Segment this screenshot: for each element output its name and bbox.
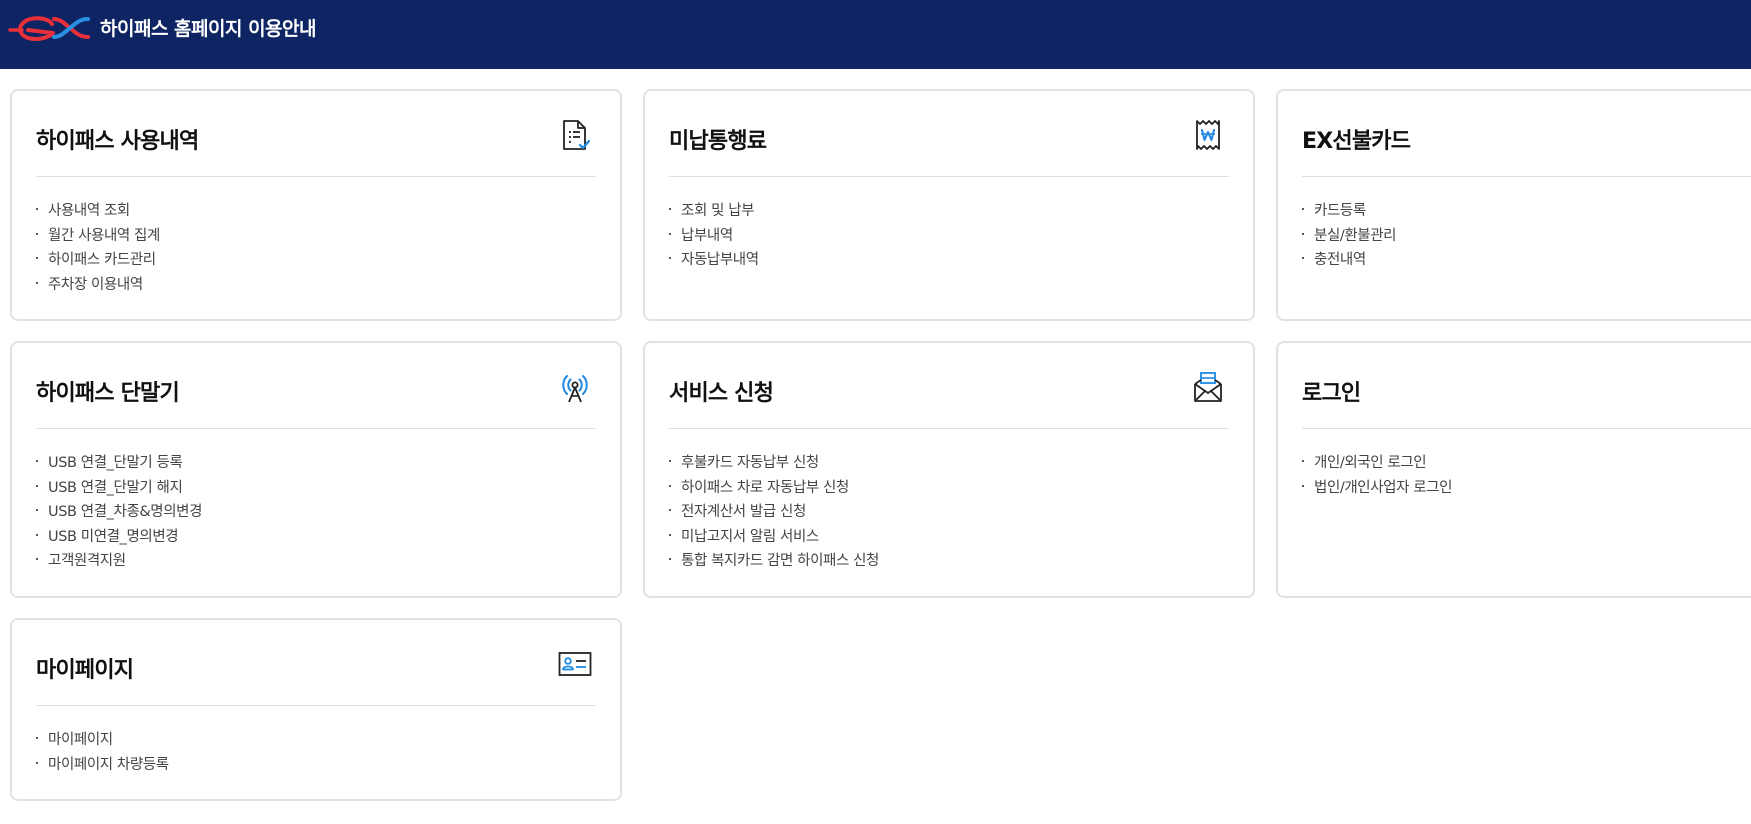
list-item[interactable]: 카드등록 — [1302, 199, 1396, 224]
mail-open-icon — [1194, 372, 1222, 402]
list-item[interactable]: USB 연결_단말기 해지 — [36, 476, 202, 501]
card-header: 하이패스 사용내역 — [36, 91, 596, 177]
card-hipass-usage: 하이패스 사용내역 사용내역 조회 월간 사용내역 집계 하이패스 카드관리 주… — [10, 89, 622, 321]
card-link-list: 마이페이지 마이페이지 차량등록 — [36, 728, 169, 777]
list-item[interactable]: 마이페이지 차량등록 — [36, 753, 169, 778]
card-title: 마이페이지 — [36, 658, 134, 683]
list-item[interactable]: 충전내역 — [1302, 248, 1396, 273]
list-item[interactable]: USB 미연결_명의변경 — [36, 525, 202, 550]
card-hipass-terminal: 하이패스 단말기 USB 연결_단말기 등록 USB 연결_단말기 해지 USB… — [10, 341, 622, 598]
list-item[interactable]: 분실/환불관리 — [1302, 224, 1397, 249]
card-unpaid-toll: 미납통행료 조회 및 납부 납부내역 자동납부내역 — [643, 89, 1255, 321]
card-title: 로그인 — [1302, 381, 1361, 406]
list-item[interactable]: 미납고지서 알림 서비스 — [669, 525, 879, 550]
card-link-list: 조회 및 납부 납부내역 자동납부내역 — [669, 199, 759, 273]
card-header: 미납통행료 — [669, 91, 1229, 177]
card-header: EX선불카드 — [1302, 91, 1751, 177]
card-service-application: 서비스 신청 후불카드 자동납부 신청 하이패스 차로 자동납부 신청 전자계산… — [643, 341, 1255, 598]
list-item[interactable]: 전자계산서 발급 신청 — [669, 500, 879, 525]
list-item[interactable]: 후불카드 자동납부 신청 — [669, 451, 879, 476]
list-item[interactable]: 자동납부내역 — [669, 248, 759, 273]
ex-logo-icon[interactable] — [8, 13, 92, 43]
card-link-list: 카드등록 분실/환불관리 충전내역 — [1302, 199, 1397, 273]
document-check-icon — [563, 120, 591, 150]
list-item[interactable]: 조회 및 납부 — [669, 199, 759, 224]
card-ex-prepaid: EX선불카드 카드등록 분실/환불관리 충전내역 — [1276, 89, 1751, 321]
card-header: 하이패스 단말기 — [36, 343, 596, 429]
top-header: 하이패스 홈페이지 이용안내 — [0, 0, 1751, 69]
card-title: 하이패스 단말기 — [36, 381, 180, 406]
card-header: 마이페이지 — [36, 620, 596, 706]
card-title: 서비스 신청 — [669, 381, 774, 406]
list-item[interactable]: USB 연결_차종&명의변경 — [36, 500, 202, 525]
card-mypage: 마이페이지 마이페이지 마이페이지 차량등록 — [10, 618, 622, 801]
list-item[interactable]: 하이패스 차로 자동납부 신청 — [669, 476, 879, 501]
card-login: 로그인 개인/외국인 로그인 법인/개인사업자 로그인 — [1276, 341, 1751, 598]
card-header: 서비스 신청 — [669, 343, 1229, 429]
list-item[interactable]: 고객원격지원 — [36, 549, 202, 574]
card-header: 로그인 — [1302, 343, 1751, 429]
list-item[interactable]: 통합 복지카드 감면 하이패스 신청 — [669, 549, 879, 574]
list-item[interactable]: 주차장 이용내역 — [36, 273, 160, 298]
card-title: 하이패스 사용내역 — [36, 129, 199, 154]
id-card-icon — [558, 652, 592, 676]
card-link-list: USB 연결_단말기 등록 USB 연결_단말기 해지 USB 연결_차종&명의… — [36, 451, 202, 574]
list-item[interactable]: 법인/개인사업자 로그인 — [1302, 476, 1452, 501]
card-title: 미납통행료 — [669, 129, 767, 154]
list-item[interactable]: 마이페이지 — [36, 728, 169, 753]
list-item[interactable]: 사용내역 조회 — [36, 199, 160, 224]
list-item[interactable]: 하이패스 카드관리 — [36, 248, 160, 273]
antenna-icon — [562, 375, 588, 403]
won-receipt-icon — [1196, 120, 1220, 150]
card-link-list: 사용내역 조회 월간 사용내역 집계 하이패스 카드관리 주차장 이용내역 — [36, 199, 160, 297]
list-item[interactable]: 월간 사용내역 집계 — [36, 224, 160, 249]
list-item[interactable]: 개인/외국인 로그인 — [1302, 451, 1452, 476]
card-link-list: 개인/외국인 로그인 법인/개인사업자 로그인 — [1302, 451, 1452, 500]
list-item[interactable]: 납부내역 — [669, 224, 759, 249]
page-title: 하이패스 홈페이지 이용안내 — [100, 18, 317, 40]
card-link-list: 후불카드 자동납부 신청 하이패스 차로 자동납부 신청 전자계산서 발급 신청… — [669, 451, 879, 574]
card-title: EX선불카드 — [1302, 129, 1411, 154]
list-item[interactable]: USB 연결_단말기 등록 — [36, 451, 202, 476]
